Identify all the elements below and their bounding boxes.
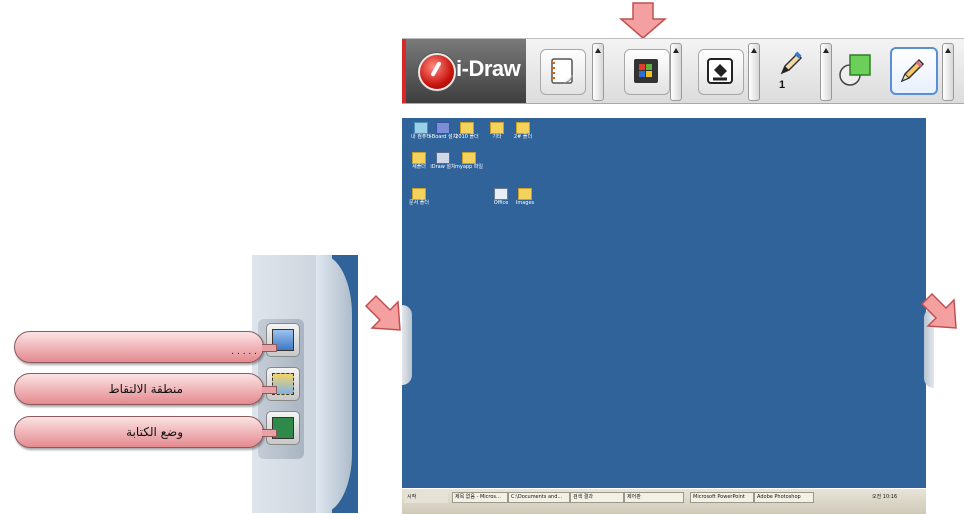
taskbar-item[interactable]: 제어판 — [624, 492, 684, 503]
desktop-icon[interactable]: myapp 파일 — [455, 152, 483, 174]
notepad-tool-button[interactable] — [540, 49, 586, 95]
callout-label: منطقة الالتقاط — [108, 382, 184, 396]
desktop-tool-button[interactable] — [624, 49, 670, 95]
pencil-tool-button[interactable] — [890, 47, 938, 95]
taskbar-item[interactable]: Microsoft PowerPoint — [690, 492, 754, 503]
desktop-screen: 내 컴퓨터 i-Board 설치 2010 폴더 기타 2# 폴더 새폴더 iD… — [402, 118, 926, 514]
pen-tool-menu-toggle[interactable] — [820, 43, 832, 101]
paint-bucket-icon — [707, 58, 733, 84]
desktop-icon[interactable]: i-Board 설치 — [429, 122, 457, 144]
callout-tail — [262, 386, 277, 394]
desktop-icon[interactable]: Images — [514, 188, 536, 210]
taskbar: 시작 제목 없음 - Micros... C:\Documents and...… — [402, 488, 926, 514]
pencil-tool-menu-toggle[interactable] — [942, 43, 954, 101]
desktop-icon[interactable]: 문서 폴더 — [408, 188, 430, 210]
callout-tail — [262, 429, 277, 437]
taskbar-item[interactable]: C:\Documents and... — [508, 492, 570, 503]
callout-label: . . . . . — [231, 347, 257, 357]
brand-area[interactable]: i-Draw — [402, 39, 526, 103]
desktop-icon[interactable]: 2# 폴더 — [512, 122, 534, 144]
desktop-tool-menu-toggle[interactable] — [670, 43, 682, 101]
brand-name: i-Draw — [456, 56, 521, 81]
shape-icon — [839, 54, 871, 86]
notepad-icon — [551, 58, 573, 84]
desktop-icon[interactable]: Office — [490, 188, 512, 210]
pen-size-value: 1 — [779, 79, 786, 91]
fill-tool-button[interactable] — [698, 49, 744, 95]
side-panel — [252, 255, 358, 513]
pen-icon — [780, 51, 803, 75]
diagonal-arrow-icon — [364, 294, 401, 331]
callout-writing-mode: وضع الكتابة — [14, 416, 277, 448]
diagonal-arrow-icon — [920, 292, 957, 329]
writing-mode-button[interactable] — [266, 411, 300, 445]
callout-label: وضع الكتابة — [126, 425, 183, 439]
desktop-icon[interactable]: 내 컴퓨터 — [410, 122, 432, 144]
idraw-logo-icon — [418, 53, 456, 91]
windows-desktop-icon — [634, 59, 658, 83]
taskbar-clock: 오전 10:16 — [872, 494, 898, 500]
desktop-icon[interactable]: 새폴더 — [408, 152, 430, 174]
start-button[interactable]: 시작 — [404, 492, 448, 503]
down-arrow-icon — [618, 2, 668, 39]
desktop-icon[interactable]: 2010 폴더 — [455, 122, 479, 144]
callout-screen-capture: . . . . . — [14, 331, 277, 363]
pencil-icon — [900, 58, 925, 83]
taskbar-item[interactable]: 검색 결과 — [570, 492, 624, 503]
idraw-toolbar: i-Draw 1 — [402, 38, 964, 104]
area-capture-button[interactable] — [266, 367, 300, 401]
notepad-tool-menu-toggle[interactable] — [592, 43, 604, 101]
shape-tool-button[interactable] — [836, 49, 880, 93]
desktop-icon[interactable]: iDraw 설치 — [430, 152, 456, 174]
callout-tail — [262, 344, 277, 352]
desktop-icon[interactable]: 기타 — [486, 122, 508, 144]
fill-tool-menu-toggle[interactable] — [748, 43, 760, 101]
taskbar-item[interactable]: 제목 없음 - Micros... — [452, 492, 508, 503]
callout-area-capture: منطقة الالتقاط — [14, 373, 277, 405]
side-panel-handle[interactable] — [316, 255, 352, 513]
taskbar-item[interactable]: Adobe Photoshop — [754, 492, 814, 503]
